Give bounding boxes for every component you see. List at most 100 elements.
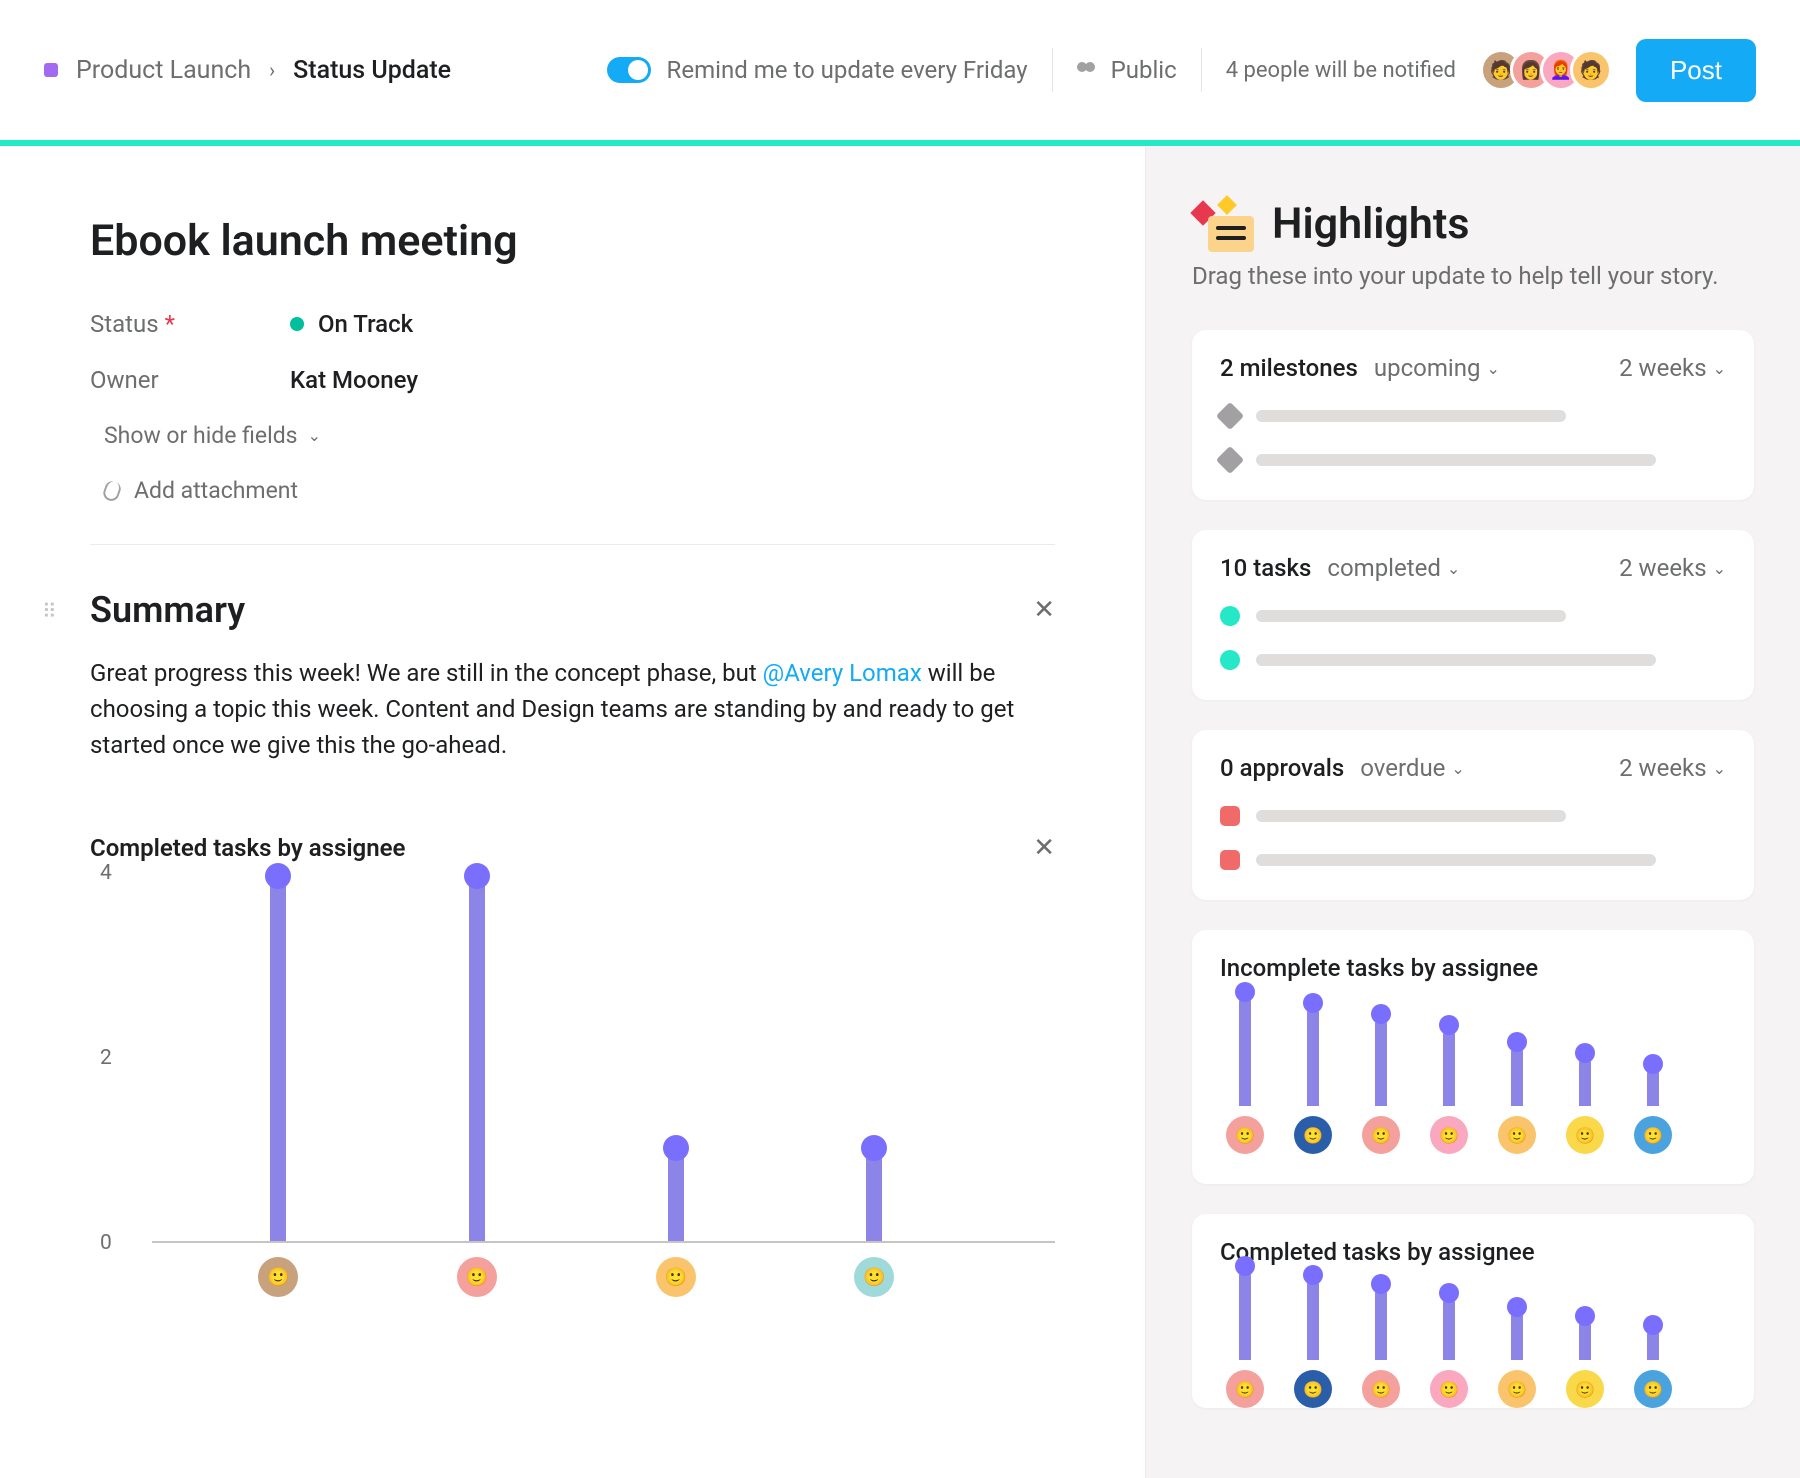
skeleton-line	[1256, 454, 1656, 466]
mini-chart-bar: 🙂	[1498, 1297, 1536, 1409]
task-complete-icon	[1220, 606, 1240, 626]
chevron-down-icon: ⌄	[1713, 359, 1726, 378]
card-count: 0 approvals	[1220, 754, 1344, 782]
remove-section-button[interactable]: ✕	[1033, 595, 1055, 625]
assignee-avatar: 🙂	[854, 1257, 894, 1297]
assignee-avatar: 🙂	[1566, 1370, 1604, 1408]
mini-chart-bar: 🙂	[1430, 1283, 1468, 1408]
mini-chart-bar: 🙂	[1566, 1306, 1604, 1409]
chart-bar	[861, 1135, 887, 1242]
update-title[interactable]: Ebook launch meeting	[90, 216, 1055, 266]
chart-title: Completed tasks by assignee	[90, 834, 405, 862]
paperclip-icon	[101, 478, 123, 502]
assignee-avatar: 🙂	[1362, 1370, 1400, 1408]
milestone-icon	[1216, 446, 1244, 474]
skeleton-line	[1256, 610, 1566, 622]
assignee-avatar: 🙂	[1294, 1370, 1332, 1408]
page-title: Status Update	[293, 56, 451, 85]
assignee-avatar: 🙂	[1566, 1116, 1604, 1154]
assignee-avatar: 🙂	[1430, 1116, 1468, 1154]
assignee-avatar: 🙂	[1634, 1116, 1672, 1154]
status-value[interactable]: On Track	[290, 310, 413, 338]
project-color-dot	[44, 63, 58, 77]
owner-field-label: Owner	[90, 366, 290, 394]
mini-chart-bar: 🙂	[1294, 993, 1332, 1154]
assignee-avatar: 🙂	[1498, 1370, 1536, 1408]
owner-value[interactable]: Kat Mooney	[290, 366, 418, 394]
card-range-dropdown[interactable]: 2 weeks⌄	[1619, 754, 1726, 782]
card-count: 10 tasks	[1220, 554, 1311, 582]
notified-avatars[interactable]: 🧑 👩 👩‍🦰 🧑	[1480, 49, 1612, 91]
mini-chart-bar: 🙂	[1566, 1043, 1604, 1155]
mini-chart-bar: 🙂	[1362, 1004, 1400, 1154]
assignee-avatar: 🙂	[1634, 1370, 1672, 1408]
completed-tasks-chart-card[interactable]: Completed tasks by assignee 🙂 🙂 🙂 🙂 🙂 🙂 🙂	[1192, 1214, 1754, 1408]
y-axis-tick: 2	[100, 1046, 112, 1070]
breadcrumb: Product Launch › Status Update	[44, 56, 451, 85]
summary-heading: Summary	[90, 589, 245, 631]
chart-bar	[464, 863, 490, 1241]
mini-chart-bar: 🙂	[1634, 1315, 1672, 1409]
card-count: 2 milestones	[1220, 354, 1358, 382]
divider	[1201, 48, 1202, 92]
show-hide-fields-button[interactable]: Show or hide fields ⌄	[104, 422, 1055, 449]
tasks-card[interactable]: 10 tasks completed⌄ 2 weeks⌄	[1192, 530, 1754, 700]
avatar: 🧑	[1570, 49, 1612, 91]
mini-chart-bar: 🙂	[1226, 1256, 1264, 1408]
assignee-avatar: 🙂	[656, 1257, 696, 1297]
chart-bar	[663, 1135, 689, 1242]
chevron-down-icon: ⌄	[1713, 759, 1726, 778]
skeleton-line	[1256, 654, 1656, 666]
people-icon	[1077, 62, 1099, 78]
card-state-dropdown[interactable]: overdue⌄	[1360, 754, 1465, 782]
chevron-down-icon: ⌄	[1447, 559, 1460, 578]
assignee-avatar: 🙂	[1362, 1116, 1400, 1154]
completed-tasks-chart: 024 🙂🙂🙂🙂	[90, 873, 1055, 1303]
milestone-icon	[1216, 402, 1244, 430]
chevron-down-icon: ⌄	[308, 426, 321, 445]
mini-chart-bar: 🙂	[1226, 982, 1264, 1154]
approvals-card[interactable]: 0 approvals overdue⌄ 2 weeks⌄	[1192, 730, 1754, 900]
reminder-toggle[interactable]	[607, 57, 651, 83]
skeleton-line	[1256, 810, 1566, 822]
skeleton-line	[1256, 410, 1566, 422]
mini-chart-bar: 🙂	[1430, 1015, 1468, 1154]
card-range-dropdown[interactable]: 2 weeks⌄	[1619, 554, 1726, 582]
add-attachment-button[interactable]: Add attachment	[104, 477, 1055, 504]
reminder-label: Remind me to update every Friday	[667, 56, 1028, 84]
visibility-label: Public	[1111, 56, 1177, 84]
approval-overdue-icon	[1220, 806, 1240, 826]
card-title: Incomplete tasks by assignee	[1220, 954, 1726, 982]
project-name[interactable]: Product Launch	[76, 56, 251, 85]
chevron-down-icon: ⌄	[1486, 359, 1499, 378]
mini-chart-bar: 🙂	[1498, 1032, 1536, 1155]
user-mention[interactable]: @Avery Lomax	[763, 659, 922, 687]
highlights-subtitle: Drag these into your update to help tell…	[1192, 262, 1754, 290]
card-title: Completed tasks by assignee	[1220, 1238, 1726, 1266]
mini-chart-bar: 🙂	[1294, 1265, 1332, 1408]
card-state-dropdown[interactable]: completed⌄	[1327, 554, 1460, 582]
milestones-card[interactable]: 2 milestones upcoming⌄ 2 weeks⌄	[1192, 330, 1754, 500]
chevron-right-icon: ›	[269, 58, 275, 82]
mini-chart-bar: 🙂	[1634, 1054, 1672, 1155]
chevron-down-icon: ⌄	[1451, 759, 1464, 778]
highlights-title: Highlights	[1272, 199, 1469, 249]
approval-overdue-icon	[1220, 850, 1240, 870]
divider	[1052, 48, 1053, 92]
summary-text[interactable]: Great progress this week! We are still i…	[90, 655, 1055, 763]
card-state-dropdown[interactable]: upcoming⌄	[1374, 354, 1500, 382]
assignee-avatar: 🙂	[1294, 1116, 1332, 1154]
assignee-avatar: 🙂	[1430, 1370, 1468, 1408]
chevron-down-icon: ⌄	[1713, 559, 1726, 578]
post-button[interactable]: Post	[1636, 39, 1756, 102]
card-range-dropdown[interactable]: 2 weeks⌄	[1619, 354, 1726, 382]
task-complete-icon	[1220, 650, 1240, 670]
notify-count-text: 4 people will be notified	[1226, 58, 1456, 83]
y-axis-tick: 4	[100, 861, 112, 885]
incomplete-tasks-chart-card[interactable]: Incomplete tasks by assignee 🙂 🙂 🙂 🙂 🙂 🙂 🙂	[1192, 930, 1754, 1184]
assignee-avatar: 🙂	[1226, 1116, 1264, 1154]
remove-section-button[interactable]: ✕	[1033, 833, 1055, 863]
highlights-icon	[1192, 196, 1254, 252]
visibility-button[interactable]: Public	[1077, 56, 1177, 84]
drag-handle-icon[interactable]: ⠿	[42, 599, 57, 623]
